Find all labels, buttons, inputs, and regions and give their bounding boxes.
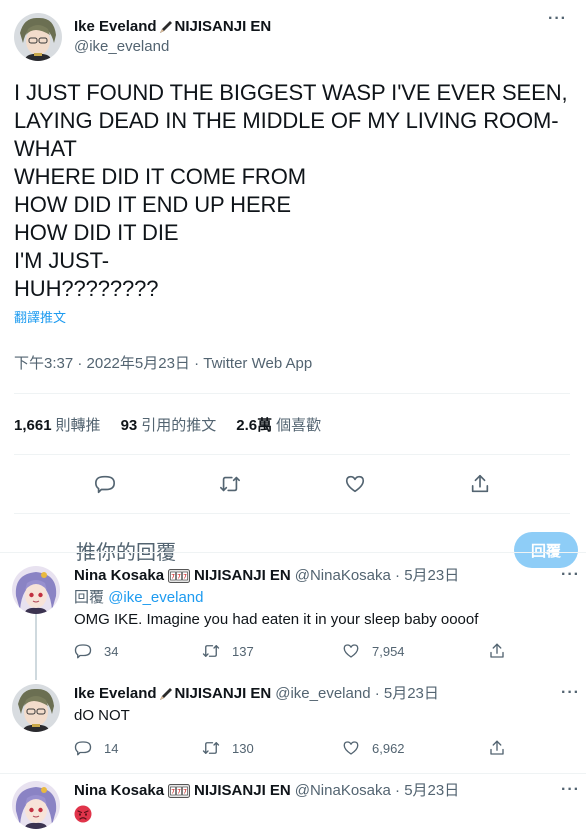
reply-handle-date[interactable]: @ike_eveland · 5月23日	[275, 684, 439, 704]
reply-handle-date[interactable]: @NinaKosaka · 5月23日	[295, 566, 459, 586]
reply-handle-date[interactable]: @NinaKosaka · 5月23日	[295, 781, 459, 801]
retweet-icon	[202, 742, 220, 754]
retweet-action[interactable]: 137	[202, 642, 342, 660]
reply-icon	[74, 741, 92, 756]
quotes-label: 引用的推文	[141, 416, 217, 434]
author-names: Ike Eveland NIJISANJI EN @ike_eveland	[74, 17, 271, 57]
reply-button[interactable]: 回覆	[514, 532, 578, 568]
tweet-actions	[14, 455, 570, 513]
share-icon[interactable]	[469, 473, 491, 495]
like-action[interactable]: 7,954	[342, 642, 488, 660]
reply-author-suffix: NIJISANJI EN	[174, 685, 272, 702]
reply-author-name[interactable]: Nina Kosaka	[74, 781, 164, 801]
reply-header: Nina Kosaka 7 7 7 NIJISANJI EN @NinaKosa…	[74, 781, 576, 801]
svg-text:7: 7	[171, 574, 175, 581]
pen-emoji-icon	[159, 21, 172, 33]
share-icon	[490, 643, 504, 658]
reply-item[interactable]: Ike Eveland NIJISANJI EN @ike_eveland · …	[0, 684, 586, 768]
author-name-text: Ike Eveland	[74, 18, 157, 35]
author-name-suffix: NIJISANJI EN	[174, 18, 272, 35]
reply-header: Ike Eveland NIJISANJI EN @ike_eveland · …	[74, 684, 576, 704]
likes-count: 2.6萬	[236, 416, 273, 434]
retweet-action[interactable]: 130	[202, 739, 342, 757]
tweet-text: I JUST FOUND THE BIGGEST WASP I'VE EVER …	[14, 80, 568, 301]
retweet-count: 130	[232, 740, 254, 756]
divider	[0, 773, 586, 774]
reply-text: OMG IKE. Imagine you had eaten it in you…	[74, 611, 479, 628]
retweet-icon[interactable]	[219, 473, 241, 495]
reply-author-suffix: NIJISANJI EN	[194, 782, 291, 799]
reply-action[interactable]: 14	[74, 739, 202, 757]
tweet-timestamp[interactable]: 下午3:37 · 2022年5月23日 · Twitter Web App	[14, 352, 570, 393]
reply-input[interactable]: 推你的回覆	[76, 536, 176, 565]
quotes-count: 93	[120, 416, 138, 434]
reply-icon[interactable]	[94, 473, 116, 495]
like-heart-icon[interactable]	[344, 473, 366, 495]
pouting-face-emoji-icon	[74, 805, 92, 823]
share-action[interactable]	[488, 739, 506, 757]
avatar[interactable]	[12, 684, 60, 732]
more-options-icon[interactable]: ···	[548, 10, 567, 28]
like-count: 7,954	[372, 643, 405, 659]
author-display-name[interactable]: Ike Eveland NIJISANJI EN	[74, 17, 271, 37]
reply-author-suffix: NIJISANJI EN	[194, 567, 291, 584]
like-action[interactable]: 6,962	[342, 739, 488, 757]
more-options-icon[interactable]: ···	[561, 684, 580, 702]
quotes-stat[interactable]: 93 引用的推文	[121, 414, 217, 435]
reply-header: Nina Kosaka 7 7 7 NIJISANJI EN @NinaKosa…	[74, 566, 576, 586]
slot-machine-emoji-icon: 7 7 7	[168, 569, 191, 583]
reply-item[interactable]: Nina Kosaka 7 7 7 NIJISANJI EN @NinaKosa…	[0, 781, 586, 834]
replying-to-prefix: 回覆	[74, 589, 105, 606]
retweet-count: 137	[232, 643, 254, 659]
svg-text:7: 7	[177, 789, 181, 796]
main-tweet: Ike Eveland NIJISANJI EN @ike_eveland ··…	[0, 0, 586, 513]
reply-icon	[74, 644, 92, 659]
divider	[0, 552, 586, 553]
more-options-icon[interactable]: ···	[561, 566, 580, 584]
reply-author-name[interactable]: Ike Eveland	[74, 684, 157, 704]
more-options-icon[interactable]: ···	[561, 781, 580, 799]
avatar[interactable]	[14, 13, 62, 61]
tweet-stats: 1,661 則轉推 93 引用的推文 2.6萬 個喜歡	[14, 394, 570, 454]
avatar[interactable]	[12, 781, 60, 829]
replying-to-mention[interactable]: @ike_eveland	[108, 589, 203, 606]
reply-count: 34	[104, 643, 119, 659]
svg-text:7: 7	[183, 574, 187, 581]
likes-label: 個喜歡	[276, 416, 322, 434]
reply-action[interactable]: 34	[74, 642, 202, 660]
reply-text: dO NOT	[74, 707, 130, 724]
reply-content: Ike Eveland NIJISANJI EN @ike_eveland · …	[74, 684, 576, 726]
like-heart-icon	[343, 644, 359, 658]
svg-text:7: 7	[177, 574, 181, 581]
reply-actions: 14 130 6,962	[74, 739, 506, 757]
reply-text	[74, 805, 576, 829]
reply-actions: 34 137 7,954	[74, 642, 506, 660]
retweet-icon	[202, 645, 220, 657]
reply-count: 14	[104, 740, 119, 756]
slot-machine-emoji-icon: 7 7 7	[168, 784, 191, 798]
tweet-author-row: Ike Eveland NIJISANJI EN @ike_eveland	[14, 8, 570, 66]
svg-text:7: 7	[171, 789, 175, 796]
pen-emoji-icon	[159, 688, 172, 700]
svg-text:7: 7	[183, 789, 187, 796]
reply-content: Nina Kosaka 7 7 7 NIJISANJI EN @NinaKosa…	[74, 781, 576, 829]
replying-to: 回覆 @ike_eveland	[74, 588, 576, 608]
like-heart-icon	[343, 741, 359, 755]
reply-item[interactable]: Nina Kosaka 7 7 7 NIJISANJI EN @NinaKosa…	[0, 566, 586, 676]
likes-stat[interactable]: 2.6萬 個喜歡	[236, 414, 321, 435]
avatar[interactable]	[12, 566, 60, 614]
share-action[interactable]	[488, 642, 506, 660]
reply-author-name[interactable]: Nina Kosaka	[74, 566, 164, 586]
author-handle[interactable]: @ike_eveland	[74, 37, 271, 57]
retweets-count: 1,661	[14, 416, 52, 434]
like-count: 6,962	[372, 740, 405, 756]
share-icon	[490, 740, 504, 755]
reply-content: Nina Kosaka 7 7 7 NIJISANJI EN @NinaKosa…	[74, 566, 576, 630]
translate-tweet-link[interactable]: 翻譯推文	[14, 307, 570, 326]
retweets-stat[interactable]: 1,661 則轉推	[14, 414, 101, 435]
retweets-label: 則轉推	[55, 416, 101, 434]
